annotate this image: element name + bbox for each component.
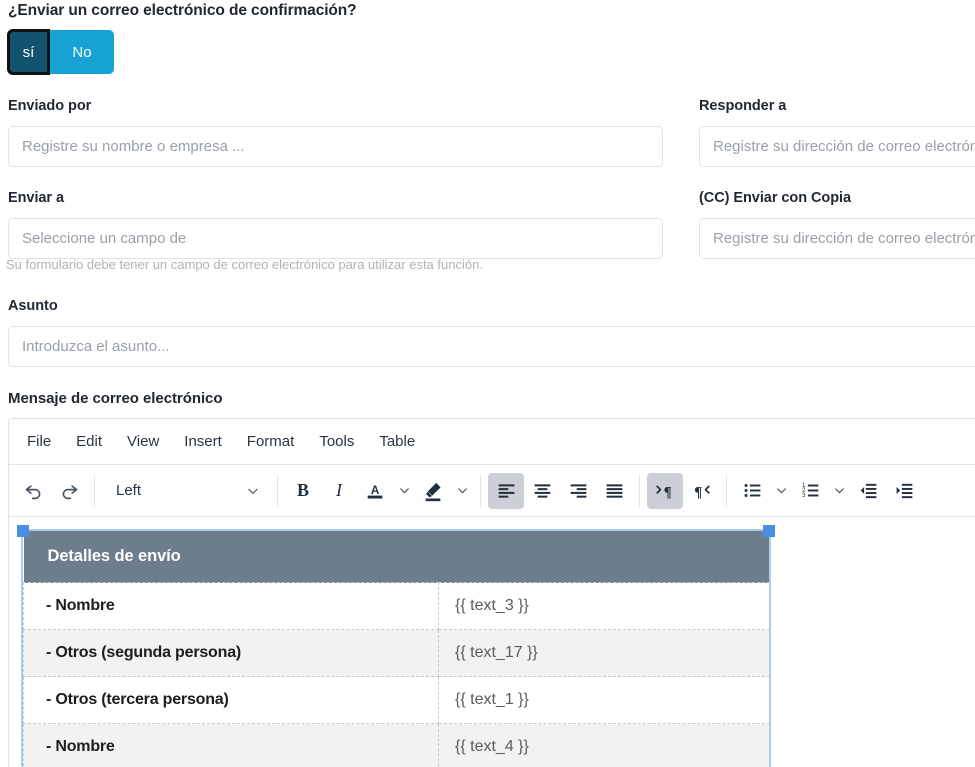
table-row[interactable]: - Otros (tercera persona) {{ text_1 }} (23, 676, 771, 724)
selection-handle-top-right[interactable] (763, 525, 775, 537)
toolbar-separator-4 (639, 474, 640, 507)
bullet-list-chevron-down-icon[interactable] (770, 473, 792, 509)
table-header-row: Detalles de envío (23, 531, 770, 583)
reply-to-input[interactable]: Registre su dirección de correo electrón… (699, 126, 975, 167)
undo-icon[interactable] (15, 473, 51, 509)
indent-icon[interactable] (886, 473, 922, 509)
editor-toolbar: Left B I A ¶ ¶ 1 2 3 (9, 465, 975, 517)
confirmation-toggle-group[interactable]: sí No (7, 29, 114, 75)
menu-item-insert[interactable]: Insert (184, 433, 222, 450)
menu-item-tools[interactable]: Tools (319, 433, 354, 450)
editor-content-area[interactable]: Detalles de envío - Nombre {{ text_3 }} … (9, 517, 975, 767)
table-cell-key[interactable]: - Otros (segunda persona) (23, 629, 439, 677)
block-format-select[interactable]: Left (102, 473, 270, 509)
rich-text-editor: File Edit View Insert Format Tools Table… (8, 418, 975, 767)
menu-item-table[interactable]: Table (379, 433, 415, 450)
selection-handle-top-left[interactable] (17, 525, 29, 537)
email-settings-page: ¿Enviar un correo electrónico de confirm… (0, 0, 975, 767)
chevron-down-icon (248, 488, 258, 494)
text-color-icon[interactable]: A (357, 473, 393, 509)
table-cell-value[interactable]: {{ text_3 }} (437, 582, 771, 630)
confirmation-yes-button[interactable]: sí (7, 29, 50, 75)
toolbar-separator-3 (480, 474, 481, 507)
text-color-chevron-down-icon[interactable] (393, 473, 415, 509)
cc-input[interactable]: Registre su dirección de correo electrón… (699, 218, 975, 259)
align-right-icon[interactable] (560, 473, 596, 509)
redo-icon[interactable] (51, 473, 87, 509)
send-to-field-label: Enviar a (8, 190, 65, 206)
table-row[interactable]: - Nombre {{ text_3 }} (23, 582, 771, 630)
bullet-list-icon[interactable] (734, 473, 770, 509)
table-row[interactable]: - Otros (segunda persona) {{ text_17 }} (23, 629, 771, 677)
table-cell-value[interactable]: {{ text_1 }} (437, 676, 771, 724)
numbered-list-icon[interactable]: 1 2 3 (792, 473, 828, 509)
send-to-select[interactable]: Seleccione un campo de (8, 218, 663, 259)
toolbar-separator-2 (277, 474, 278, 507)
align-left-icon[interactable] (488, 472, 524, 509)
svg-text:3: 3 (802, 492, 806, 499)
align-center-icon[interactable] (524, 473, 560, 509)
table-header-title: Detalles de envío (23, 531, 770, 583)
menu-item-format[interactable]: Format (247, 433, 295, 450)
rtl-icon[interactable]: ¶ (683, 473, 719, 509)
table-row[interactable]: - Nombre {{ text_4 }} (23, 723, 771, 767)
message-field-label: Mensaje de correo electrónico (8, 390, 223, 407)
toolbar-separator-5 (726, 474, 727, 507)
reply-to-field-label: Responder a (699, 98, 787, 114)
subject-field-label: Asunto (8, 298, 58, 314)
menu-item-view[interactable]: View (127, 433, 159, 450)
details-table[interactable]: Detalles de envío - Nombre {{ text_3 }} … (23, 531, 771, 767)
table-cell-key[interactable]: - Otros (tercera persona) (23, 676, 439, 724)
details-table-selection[interactable]: Detalles de envío - Nombre {{ text_3 }} … (17, 525, 775, 767)
cc-field-label: (CC) Enviar con Copia (699, 190, 852, 206)
highlight-color-chevron-down-icon[interactable] (451, 473, 473, 509)
bold-button[interactable]: B (285, 473, 321, 509)
table-cell-key[interactable]: - Nombre (23, 582, 439, 630)
from-input[interactable]: Registre su nombre o empresa ... (8, 126, 663, 167)
confirmation-no-button[interactable]: No (50, 30, 114, 74)
table-cell-value[interactable]: {{ text_17 }} (437, 629, 771, 677)
from-field-label: Enviado por (8, 98, 92, 114)
menu-item-edit[interactable]: Edit (76, 433, 102, 450)
numbered-list-chevron-down-icon[interactable] (828, 473, 850, 509)
menu-item-file[interactable]: File (27, 433, 51, 450)
outdent-icon[interactable] (850, 473, 886, 509)
table-cell-key[interactable]: - Nombre (23, 723, 439, 767)
toolbar-separator-1 (94, 474, 95, 507)
block-format-value: Left (116, 482, 142, 499)
svg-text:¶: ¶ (664, 484, 672, 500)
send-to-hint: Su formulario debe tener un campo de cor… (6, 257, 483, 272)
editor-menubar: File Edit View Insert Format Tools Table (9, 419, 975, 465)
svg-text:¶: ¶ (694, 484, 702, 500)
italic-icon: I (336, 480, 342, 500)
highlight-color-icon[interactable] (415, 473, 451, 509)
confirmation-question-label: ¿Enviar un correo electrónico de confirm… (8, 2, 357, 19)
align-justify-icon[interactable] (596, 473, 632, 509)
ltr-icon[interactable]: ¶ (647, 472, 683, 509)
bold-icon: B (296, 480, 309, 500)
svg-text:A: A (371, 482, 380, 496)
subject-input[interactable]: Introduzca el asunto... (8, 326, 975, 367)
table-cell-value[interactable]: {{ text_4 }} (437, 723, 771, 767)
italic-button[interactable]: I (321, 473, 357, 509)
